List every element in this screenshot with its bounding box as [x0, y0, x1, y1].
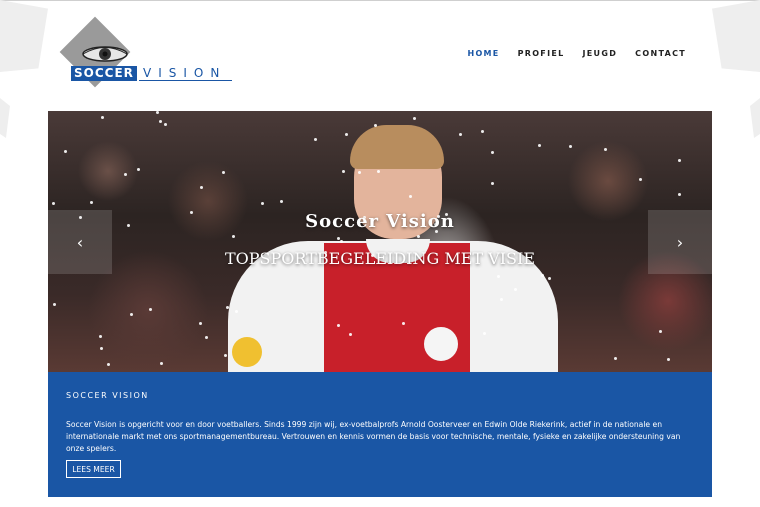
intro-text: Soccer Vision is opgericht voor en door …	[66, 420, 681, 453]
slider-prev-button[interactable]: ‹	[48, 210, 112, 274]
sparkle-dot	[639, 178, 642, 181]
sparkle-dot	[491, 182, 494, 185]
read-more-button[interactable]: LEES MEER	[66, 460, 121, 478]
sparkle-dot	[340, 240, 343, 243]
sparkle-overlay	[48, 111, 712, 372]
hero-slider: Soccer Vision TOPSPORTBEGELEIDING MET VI…	[48, 111, 712, 372]
sparkle-dot	[101, 116, 104, 119]
nav-item-home[interactable]: HOME	[467, 49, 499, 58]
sparkle-dot	[417, 235, 420, 238]
sparkle-dot	[377, 170, 380, 173]
sparkle-dot	[514, 288, 517, 291]
logo-underline	[139, 80, 232, 81]
sparkle-dot	[409, 195, 412, 198]
sparkle-dot	[678, 193, 681, 196]
hero-title: Soccer Vision	[305, 211, 455, 232]
chevron-left-icon: ‹	[76, 232, 84, 252]
sparkle-dot	[548, 277, 551, 280]
sparkle-dot	[569, 145, 572, 148]
sparkle-dot	[538, 144, 541, 147]
sparkle-dot	[659, 330, 662, 333]
sparkle-dot	[149, 308, 152, 311]
background-shape	[0, 0, 48, 72]
sparkle-dot	[64, 150, 67, 153]
eye-icon	[82, 46, 128, 62]
sparkle-dot	[349, 333, 352, 336]
sparkle-dot	[413, 117, 416, 120]
sparkle-dot	[224, 354, 227, 357]
sparkle-dot	[226, 306, 229, 309]
intro-panel: SOCCER VISION Soccer Vision is opgericht…	[48, 372, 712, 497]
sparkle-dot	[337, 237, 340, 240]
sparkle-dot	[481, 130, 484, 133]
chevron-right-icon: ›	[676, 232, 684, 252]
sparkle-dot	[99, 335, 102, 338]
sparkle-dot	[358, 171, 361, 174]
sparkle-dot	[678, 159, 681, 162]
sparkle-dot	[222, 171, 225, 174]
sparkle-dot	[137, 168, 140, 171]
sparkle-dot	[205, 336, 208, 339]
sparkle-dot	[491, 151, 494, 154]
sparkle-dot	[667, 358, 670, 361]
site-logo[interactable]: SOCCER VISION	[59, 16, 236, 93]
sparkle-dot	[232, 235, 235, 238]
sparkle-dot	[124, 173, 127, 176]
sparkle-dot	[314, 138, 317, 141]
sparkle-dot	[614, 357, 617, 360]
sparkle-dot	[483, 332, 486, 335]
background-shape	[712, 0, 760, 72]
intro-title: SOCCER VISION	[66, 391, 149, 400]
sparkle-dot	[130, 313, 133, 316]
sparkle-dot	[261, 202, 264, 205]
sparkle-dot	[402, 322, 405, 325]
sparkle-dot	[459, 133, 462, 136]
logo-word-soccer: SOCCER	[71, 66, 137, 81]
background-shape	[0, 98, 10, 138]
nav-item-profiel[interactable]: PROFIEL	[518, 49, 565, 58]
sparkle-dot	[500, 298, 503, 301]
nav-item-contact[interactable]: CONTACT	[635, 49, 686, 58]
sparkle-dot	[497, 275, 500, 278]
sparkle-dot	[164, 123, 167, 126]
background-shape	[750, 98, 760, 138]
sparkle-dot	[90, 201, 93, 204]
sparkle-dot	[160, 362, 163, 365]
slider-next-button[interactable]: ›	[648, 210, 712, 274]
sparkle-dot	[53, 303, 56, 306]
logo-word-vision: VISION	[143, 66, 227, 80]
nav-item-jeugd[interactable]: JEUGD	[583, 49, 618, 58]
main-nav: HOME PROFIEL JEUGD CONTACT	[467, 49, 686, 58]
sparkle-dot	[345, 133, 348, 136]
hero-subtitle: TOPSPORTBEGELEIDING MET VISIE	[224, 249, 536, 268]
sparkle-dot	[337, 324, 340, 327]
sparkle-dot	[541, 274, 544, 277]
sparkle-dot	[374, 124, 377, 127]
sparkle-dot	[200, 186, 203, 189]
sparkle-dot	[52, 202, 55, 205]
sparkle-dot	[235, 310, 238, 313]
sparkle-dot	[159, 120, 162, 123]
sparkle-dot	[199, 322, 202, 325]
sparkle-dot	[604, 148, 607, 151]
sparkle-dot	[107, 363, 110, 366]
top-border	[0, 0, 760, 1]
sparkle-dot	[100, 347, 103, 350]
sparkle-dot	[342, 170, 345, 173]
sparkle-dot	[280, 200, 283, 203]
sparkle-dot	[156, 111, 159, 114]
